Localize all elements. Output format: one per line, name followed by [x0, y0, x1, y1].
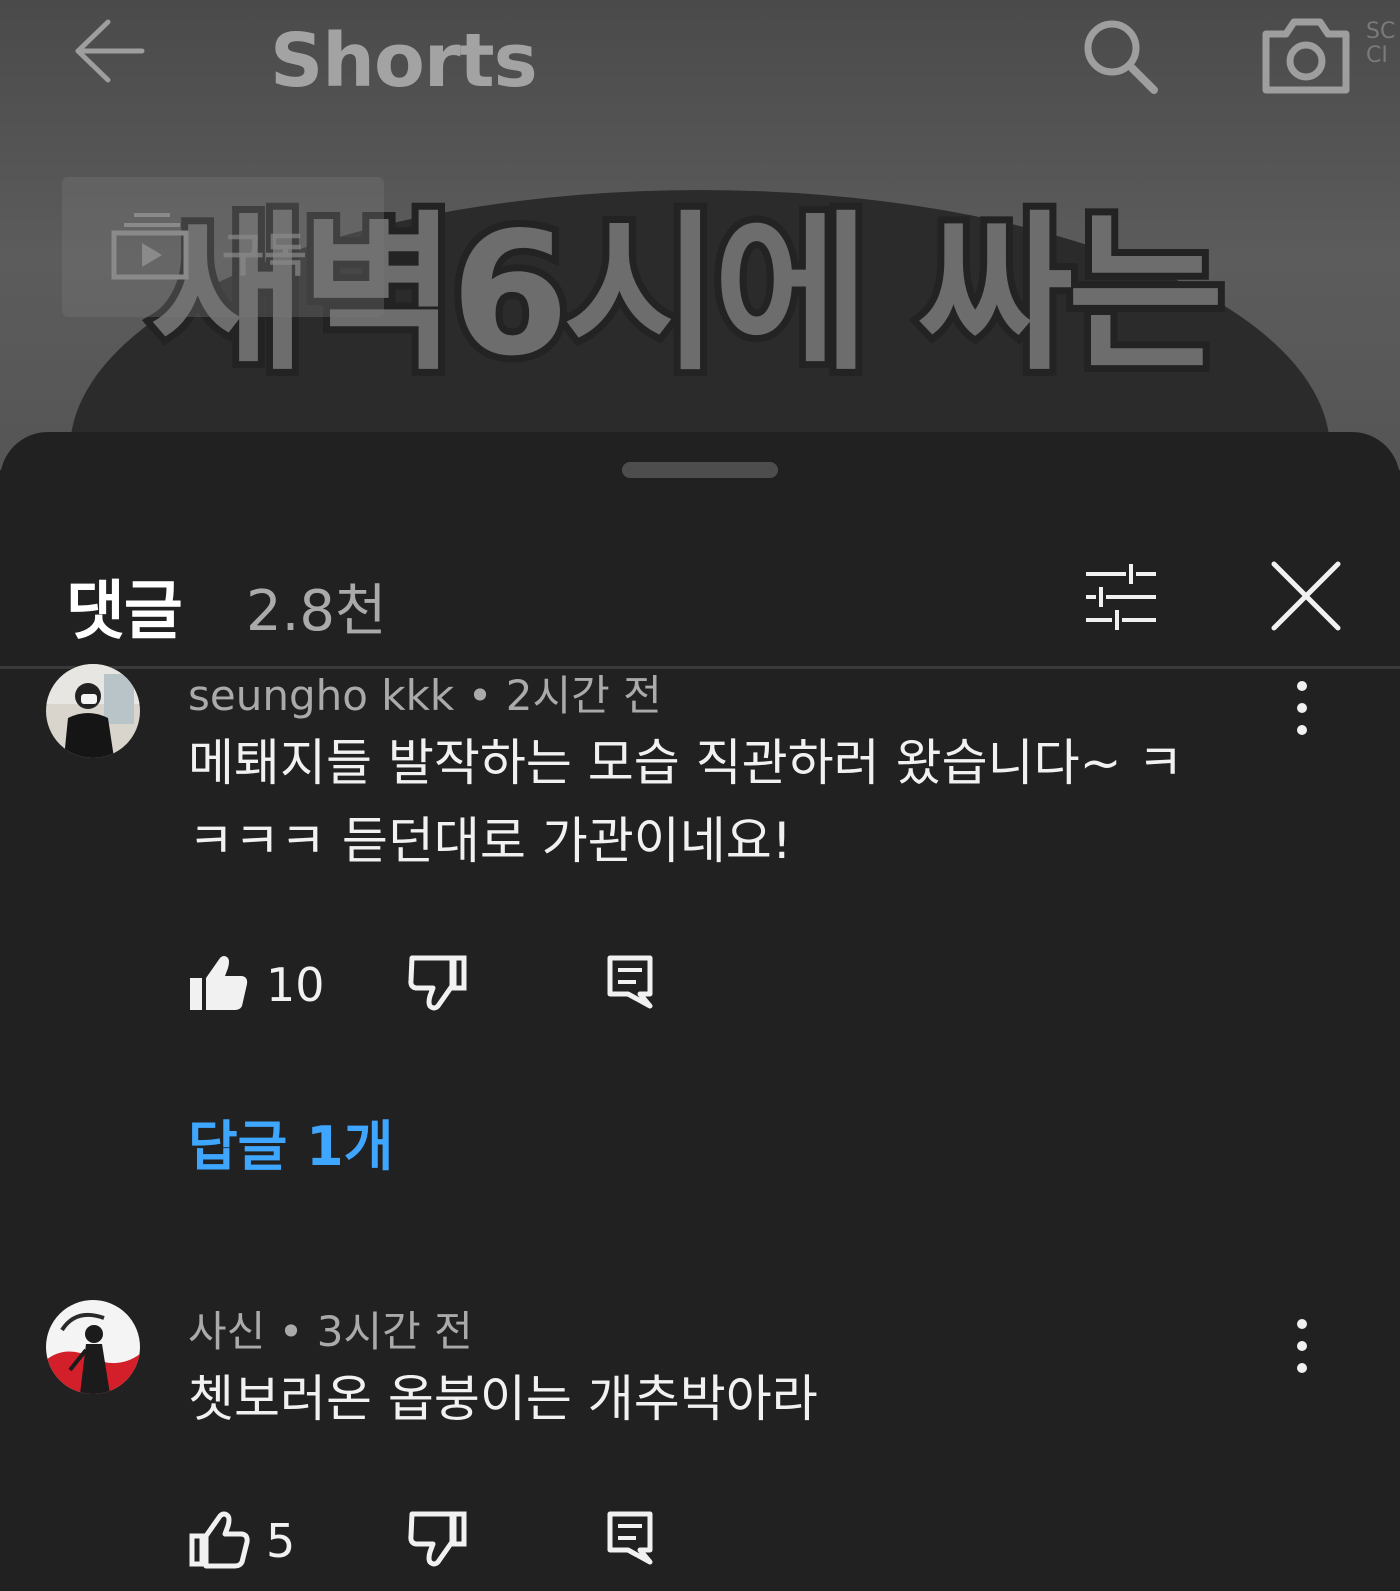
avatar-image: [46, 664, 140, 758]
like-count: 10: [266, 958, 325, 1012]
thumbs-down-icon[interactable]: [406, 1508, 468, 1570]
playlist-play-icon: [111, 213, 189, 280]
avatar-image: [46, 1300, 140, 1394]
comment-meta: seungho kkk • 2시간 전: [188, 671, 662, 720]
subscribe-label: 구독: [222, 228, 307, 282]
comment-item: seungho kkk • 2시간 전 메퇘지들 발작하는 모습 직관하러 왔습…: [0, 664, 1400, 1224]
comment-meta: 사신 • 3시간 전: [188, 1307, 473, 1356]
comments-title: 댓글: [66, 575, 183, 649]
comments-sheet: 댓글 2.8천 seungho kkk • 2시간 전 메퇘지들 발작하는 모습…: [0, 432, 1400, 1591]
close-icon[interactable]: [1270, 560, 1342, 632]
comment-item: 사신 • 3시간 전 쳇보러온 옵붕이는 개추박아라 5: [0, 1300, 1400, 1590]
comments-header: 댓글 2.8천: [0, 502, 1400, 666]
back-arrow-icon[interactable]: [74, 18, 146, 84]
comments-count: 2.8천: [246, 579, 387, 644]
camera-icon[interactable]: [1260, 14, 1352, 96]
avatar[interactable]: [46, 1300, 140, 1394]
comment-text: 쳇보러온 옵붕이는 개추박아라: [188, 1370, 818, 1428]
avatar[interactable]: [46, 664, 140, 758]
comment-actions: 5: [188, 1508, 788, 1578]
thumbs-down-icon[interactable]: [406, 952, 468, 1014]
view-replies-link[interactable]: 답글 1개: [188, 1102, 393, 1181]
top-bar: Shorts SC CI: [0, 0, 1400, 120]
more-vertical-icon[interactable]: [1290, 678, 1314, 738]
more-vertical-icon[interactable]: [1290, 1316, 1314, 1376]
cut-off-label: SC CI: [1366, 19, 1396, 68]
page-title: Shorts: [270, 18, 538, 104]
reply-comment-icon[interactable]: [606, 954, 654, 1010]
search-icon[interactable]: [1080, 16, 1160, 96]
drag-handle[interactable]: [622, 462, 778, 478]
reply-comment-icon[interactable]: [606, 1510, 654, 1566]
thumbs-up-icon[interactable]: [188, 1508, 250, 1570]
like-count: 5: [266, 1514, 296, 1568]
comment-actions: 10: [188, 952, 788, 1022]
thumbs-up-icon[interactable]: [188, 952, 250, 1014]
subscribe-chip[interactable]: 구독: [62, 177, 384, 317]
comment-text: 메퇘지들 발작하는 모습 직관하러 왔습니다~ ㅋㅋㅋㅋ 듣던대로 가관이네요!: [188, 734, 1184, 870]
filter-sliders-icon[interactable]: [1082, 564, 1160, 630]
